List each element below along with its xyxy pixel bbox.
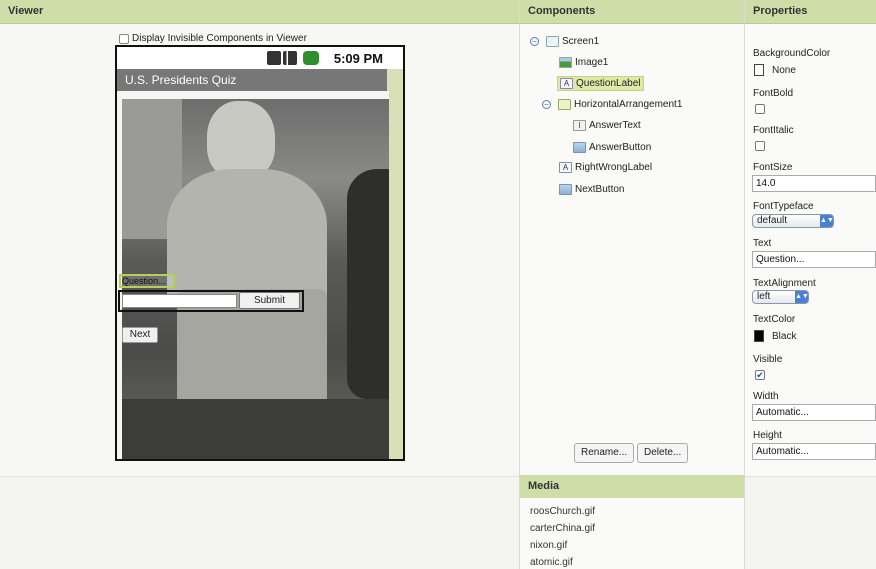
display-invisible-option[interactable]: Display Invisible Components in Viewer bbox=[119, 33, 307, 44]
tree-item-label: Image1 bbox=[575, 57, 609, 68]
battery-icon bbox=[303, 51, 319, 65]
tree-item-label: RightWrongLabel bbox=[575, 162, 653, 173]
media-header: Media bbox=[520, 475, 744, 499]
viewer-footer bbox=[0, 476, 519, 569]
collapse-toggle-icon[interactable]: − bbox=[542, 100, 551, 109]
text-input[interactable]: Question... bbox=[752, 251, 876, 268]
visible-checkbox[interactable]: ✔ bbox=[755, 370, 765, 380]
photo-head bbox=[207, 101, 275, 179]
label-icon: A bbox=[559, 162, 572, 173]
next-button[interactable]: Next bbox=[122, 327, 158, 343]
tree-item-label: NextButton bbox=[575, 184, 625, 195]
media-file[interactable]: nixon.gif bbox=[530, 540, 567, 551]
select-arrow-icon: ▲▼ bbox=[795, 291, 809, 303]
viewer-header: Viewer bbox=[0, 0, 519, 24]
phone-preview: 5:09 PM U.S. Presidents Quiz Question...… bbox=[115, 45, 405, 461]
status-bar: 5:09 PM bbox=[117, 47, 403, 69]
delete-button[interactable]: Delete... bbox=[637, 443, 689, 463]
button-icon bbox=[559, 184, 572, 195]
media-panel: roosChurch.gif carterChina.gif nixon.gif… bbox=[520, 498, 744, 569]
textcolor-value[interactable]: Black bbox=[772, 331, 796, 342]
fontitalic-checkbox[interactable] bbox=[755, 141, 765, 151]
screen-icon bbox=[546, 36, 559, 47]
answer-text-input[interactable] bbox=[122, 294, 237, 308]
height-input[interactable]: Automatic... bbox=[752, 443, 876, 460]
select-arrow-icon: ▲▼ bbox=[820, 215, 834, 227]
fonttypeface-value: default bbox=[757, 215, 788, 226]
textalignment-value: left bbox=[757, 291, 771, 302]
prop-visible-label: Visible bbox=[753, 354, 783, 365]
signal-icon bbox=[283, 51, 297, 65]
tree-item-questionlabel[interactable]: A QuestionLabel bbox=[557, 76, 644, 91]
photo-suit bbox=[167, 169, 327, 309]
button-icon bbox=[573, 142, 586, 153]
tree-item-nextbutton[interactable]: NextButton bbox=[559, 184, 624, 195]
tree-item-label: AnswerButton bbox=[589, 142, 652, 153]
tree-item-answerbutton[interactable]: AnswerButton bbox=[573, 142, 651, 153]
width-input[interactable]: Automatic... bbox=[752, 404, 876, 421]
media-file[interactable]: atomic.gif bbox=[530, 557, 573, 568]
label-icon: A bbox=[560, 78, 573, 89]
photo-side-figure bbox=[347, 169, 389, 399]
prop-textcolor-label: TextColor bbox=[753, 314, 796, 325]
textbox-icon: I bbox=[573, 120, 586, 131]
tree-item-label: Screen1 bbox=[562, 36, 600, 47]
image-icon bbox=[559, 57, 572, 68]
backgroundcolor-value[interactable]: None bbox=[772, 65, 796, 76]
tree-item-label: HorizontalArrangement1 bbox=[574, 99, 683, 110]
app-title-bar: U.S. Presidents Quiz bbox=[117, 69, 387, 91]
tree-item-horizontalarrangement1[interactable]: − HorizontalArrangement1 bbox=[542, 99, 682, 110]
tree-item-rightwronglabel[interactable]: A RightWrongLabel bbox=[559, 162, 652, 173]
prop-fontsize-label: FontSize bbox=[753, 162, 793, 173]
tree-item-label: AnswerText bbox=[589, 120, 641, 131]
prop-fonttypeface-label: FontTypeface bbox=[753, 201, 814, 212]
tree-item-answertext[interactable]: I AnswerText bbox=[573, 120, 641, 131]
properties-footer bbox=[745, 476, 876, 569]
fontbold-checkbox[interactable] bbox=[755, 104, 765, 114]
prop-backgroundcolor-label: BackgroundColor bbox=[753, 48, 831, 59]
components-header: Components bbox=[520, 0, 744, 24]
question-label[interactable]: Question... bbox=[119, 274, 175, 288]
prop-text-label: Text bbox=[753, 238, 772, 249]
fontsize-input[interactable]: 14.0 bbox=[752, 175, 876, 192]
properties-header: Properties bbox=[745, 0, 876, 24]
backgroundcolor-swatch[interactable] bbox=[754, 64, 764, 76]
tree-item-screen1[interactable]: − Screen1 bbox=[530, 36, 599, 47]
prop-fontitalic-label: FontItalic bbox=[753, 125, 794, 136]
textalignment-select[interactable]: left ▲▼ bbox=[752, 290, 809, 304]
media-file[interactable]: carterChina.gif bbox=[530, 523, 595, 534]
collapse-toggle-icon[interactable]: − bbox=[530, 37, 539, 46]
gps-icon bbox=[267, 51, 281, 65]
screen-canvas: Question... Submit Next bbox=[117, 91, 389, 459]
prop-width-label: Width bbox=[753, 391, 779, 402]
tree-item-image1[interactable]: Image1 bbox=[559, 57, 608, 68]
components-panel bbox=[520, 24, 744, 476]
display-invisible-label: Display Invisible Components in Viewer bbox=[132, 33, 307, 44]
submit-button[interactable]: Submit bbox=[239, 292, 300, 309]
textcolor-swatch[interactable] bbox=[754, 330, 764, 342]
photo-ground bbox=[122, 399, 389, 459]
prop-fontbold-label: FontBold bbox=[753, 88, 794, 99]
prop-height-label: Height bbox=[753, 430, 782, 441]
rename-button[interactable]: Rename... bbox=[574, 443, 635, 463]
media-file[interactable]: roosChurch.gif bbox=[530, 506, 595, 517]
prop-textalignment-label: TextAlignment bbox=[753, 278, 816, 289]
fonttypeface-select[interactable]: default ▲▼ bbox=[752, 214, 834, 228]
horizontal-arrangement-icon bbox=[558, 99, 571, 110]
status-time: 5:09 PM bbox=[333, 51, 383, 66]
tree-item-label: QuestionLabel bbox=[576, 78, 641, 89]
display-invisible-checkbox[interactable] bbox=[119, 33, 129, 44]
